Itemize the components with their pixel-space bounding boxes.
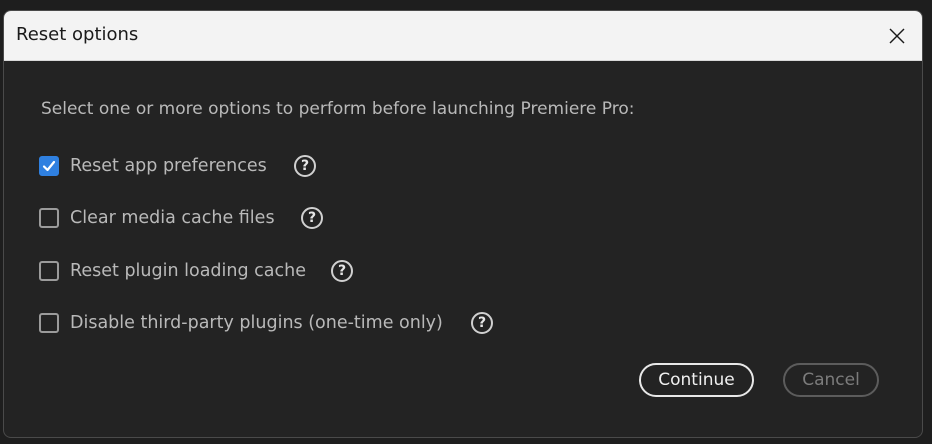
help-icon[interactable]: ?	[471, 312, 493, 334]
help-icon[interactable]: ?	[294, 155, 316, 177]
option-reset-plugin-cache[interactable]: Reset plugin loading cache	[39, 258, 306, 284]
reset-options-dialog: Reset options Select one or more options…	[3, 10, 923, 438]
disable-third-party-plugins-checkbox[interactable]	[39, 313, 59, 333]
option-clear-media-cache[interactable]: Clear media cache files	[39, 205, 275, 231]
option-label: Reset plugin loading cache	[70, 261, 306, 281]
dialog-title: Reset options	[16, 24, 139, 45]
continue-button[interactable]: Continue	[639, 363, 754, 397]
option-reset-app-preferences[interactable]: Reset app preferences	[39, 153, 267, 179]
option-label: Disable third-party plugins (one-time on…	[70, 313, 443, 333]
checkmark-icon	[42, 160, 56, 172]
close-button[interactable]	[878, 17, 916, 55]
option-label: Clear media cache files	[70, 208, 275, 228]
dialog-content: Select one or more options to perform be…	[4, 61, 922, 437]
close-icon	[889, 28, 905, 44]
help-icon[interactable]: ?	[331, 260, 353, 282]
clear-media-cache-checkbox[interactable]	[39, 208, 59, 228]
intro-text: Select one or more options to perform be…	[41, 99, 635, 119]
cancel-button[interactable]: Cancel	[783, 363, 879, 397]
reset-plugin-cache-checkbox[interactable]	[39, 261, 59, 281]
option-label: Reset app preferences	[70, 156, 267, 176]
reset-app-preferences-checkbox[interactable]	[39, 156, 59, 176]
title-bar: Reset options	[4, 11, 922, 61]
help-icon[interactable]: ?	[301, 207, 323, 229]
option-disable-third-party-plugins[interactable]: Disable third-party plugins (one-time on…	[39, 310, 443, 336]
